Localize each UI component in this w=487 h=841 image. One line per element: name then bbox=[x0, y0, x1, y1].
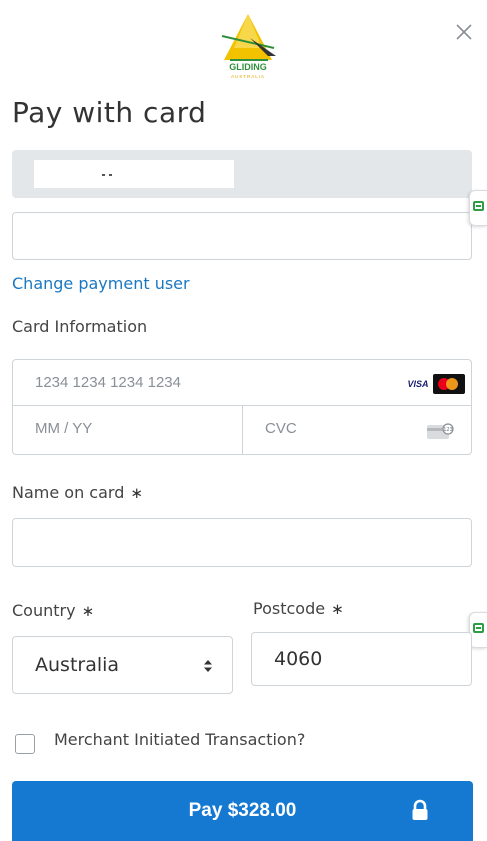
password-helper-tab[interactable] bbox=[469, 190, 487, 226]
lock-icon bbox=[412, 799, 428, 820]
logo-subtext: AUSTRALIA bbox=[231, 74, 265, 79]
card-information-label: Card Information bbox=[12, 317, 148, 336]
country-select[interactable]: Australia bbox=[12, 636, 233, 694]
close-icon[interactable] bbox=[452, 20, 476, 44]
required-marker: ∗ bbox=[81, 602, 95, 620]
change-payment-user-link[interactable]: Change payment user bbox=[12, 274, 190, 293]
postcode-label: Postcode ∗ bbox=[253, 599, 344, 618]
postcode-value: 4060 bbox=[274, 648, 323, 670]
cvc-placeholder: CVC bbox=[265, 420, 297, 437]
payment-dialog: GLIDING AUSTRALIA Pay with card Change p… bbox=[0, 0, 487, 841]
name-on-card-label-text: Name on card bbox=[12, 483, 125, 502]
card-cvc-input[interactable]: CVC 123 bbox=[242, 405, 472, 455]
postcode-input[interactable]: 4060 bbox=[251, 632, 472, 686]
name-on-card-label: Name on card ∗ bbox=[12, 483, 143, 502]
required-marker: ∗ bbox=[331, 600, 344, 618]
payer-readonly-field bbox=[12, 150, 472, 198]
select-arrows-icon bbox=[204, 660, 212, 672]
visa-icon: VISA bbox=[407, 379, 429, 389]
country-selected-value: Australia bbox=[35, 654, 120, 676]
country-label: Country ∗ bbox=[12, 601, 94, 620]
mastercard-icon bbox=[433, 374, 465, 394]
password-manager-icon bbox=[473, 201, 484, 211]
redaction-marks bbox=[102, 174, 112, 176]
merchant-initiated-checkbox[interactable] bbox=[15, 734, 35, 754]
password-manager-icon bbox=[473, 623, 484, 633]
logo-text: GLIDING bbox=[229, 62, 267, 72]
pay-button-label: Pay $328.00 bbox=[188, 800, 297, 821]
pay-button[interactable]: Pay $328.00 bbox=[12, 781, 473, 841]
country-label-text: Country bbox=[12, 601, 76, 620]
card-expiry-input[interactable]: MM / YY bbox=[12, 405, 243, 455]
gliding-australia-logo: GLIDING AUSTRALIA bbox=[221, 14, 276, 79]
expiry-placeholder: MM / YY bbox=[35, 420, 93, 437]
postcode-label-text: Postcode bbox=[253, 599, 326, 618]
card-number-placeholder: 1234 1234 1234 1234 bbox=[35, 374, 181, 391]
card-number-input[interactable]: 1234 1234 1234 1234 VISA bbox=[12, 359, 472, 406]
name-on-card-input[interactable] bbox=[12, 518, 472, 567]
cvc-card-icon: 123 bbox=[427, 423, 454, 439]
merchant-initiated-label: Merchant Initiated Transaction? bbox=[54, 730, 306, 749]
svg-text:123: 123 bbox=[443, 427, 453, 433]
required-marker: ∗ bbox=[130, 484, 143, 502]
payer-email-input[interactable] bbox=[12, 212, 472, 260]
page-title: Pay with card bbox=[12, 96, 207, 129]
